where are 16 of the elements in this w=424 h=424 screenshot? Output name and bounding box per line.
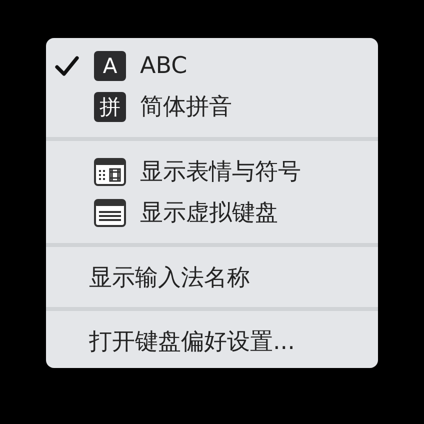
menu-item[interactable]: A ABC xyxy=(46,45,378,86)
menu-item-label: ABC xyxy=(140,52,188,78)
input-source-icon: A xyxy=(94,50,126,80)
menu-item-label: 显示输入法名称 xyxy=(89,264,250,292)
menu-item[interactable]: 显示表情与符号 xyxy=(46,151,378,192)
emoji-window-icon xyxy=(94,158,126,186)
menu-item[interactable]: 显示输入法名称 xyxy=(46,257,378,297)
keyboard-window-icon xyxy=(94,198,126,226)
menu-item-label: 打开键盘偏好设置... xyxy=(89,328,295,356)
input-source-icon: 拼 xyxy=(94,92,126,122)
menu-item[interactable]: 打开键盘偏好设置... xyxy=(46,321,378,361)
menu-item-label: 显示表情与符号 xyxy=(140,158,301,187)
menu-item-label: 显示虚拟键盘 xyxy=(140,199,278,228)
menu-item[interactable]: 拼 简体拼音 xyxy=(46,86,378,127)
menu-item-label: 简体拼音 xyxy=(140,93,232,122)
menu-item[interactable]: 显示虚拟键盘 xyxy=(46,192,378,233)
